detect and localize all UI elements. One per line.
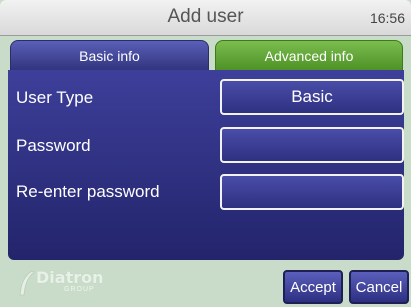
user-type-select[interactable]: Basic [220, 79, 404, 115]
page-title: Add user [167, 6, 244, 27]
logo-subtext: GROUP [64, 286, 95, 293]
clock: 16:56 [369, 10, 405, 26]
logo-swoosh-icon [19, 270, 35, 296]
user-type-label: User Type [16, 88, 94, 107]
reenter-password-field[interactable] [220, 174, 404, 210]
reenter-password-label: Re-enter password [16, 182, 160, 201]
diatron-logo: Diatron GROUP [18, 268, 128, 298]
cancel-button[interactable]: Cancel [349, 270, 409, 304]
add-user-screen: Add user 16:56 Basic info Advanced info … [0, 0, 411, 307]
password-field[interactable] [220, 127, 404, 163]
accept-button[interactable]: Accept [283, 270, 343, 304]
tab-basic-info[interactable]: Basic info [10, 40, 209, 70]
form-panel: User Type Basic Password Re-enter passwo… [8, 70, 404, 260]
tab-advanced-info[interactable]: Advanced info [215, 40, 403, 70]
footer-bar: Diatron GROUP Accept Cancel [0, 262, 411, 307]
logo-text: Diatron [36, 268, 104, 287]
tab-bar: Basic info Advanced info [0, 40, 411, 70]
title-bar: Add user 16:56 [0, 0, 411, 36]
password-label: Password [16, 136, 91, 155]
